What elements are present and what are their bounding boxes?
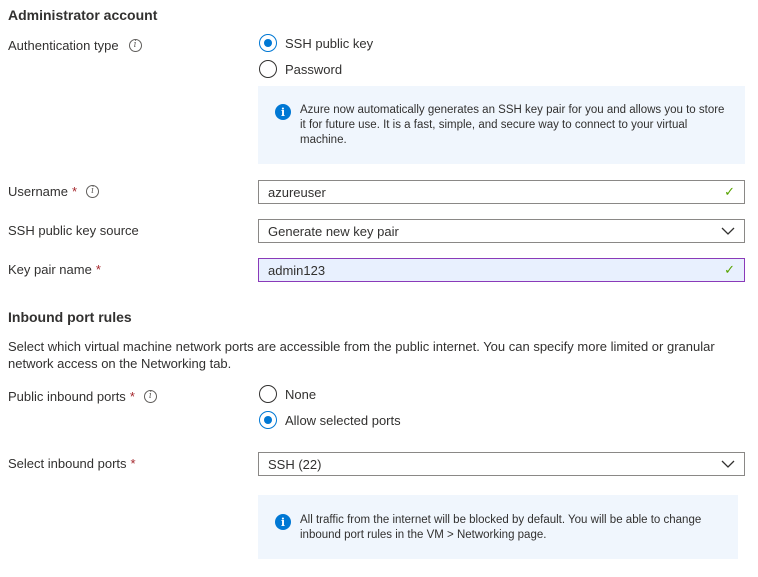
chevron-down-icon [721,227,735,235]
keypair-label-text: Key pair name [8,262,92,277]
info-filled-icon: i [275,514,291,530]
required-asterisk: * [71,184,78,199]
info-filled-icon: i [275,104,291,120]
select-ports-label-text: Select inbound ports [8,456,127,471]
ssh-source-label-text: SSH public key source [8,223,139,238]
ssh-source-label: SSH public key source [8,223,139,238]
radio-allow-selected-ports[interactable]: Allow selected ports [259,411,401,429]
radio-label: SSH public key [285,35,374,51]
ssh-source-value: Generate new key pair [268,223,399,239]
checkmark-icon: ✓ [724,184,735,199]
radio-button-checked[interactable] [259,411,277,429]
username-label: Username * i [8,184,100,199]
section-title-admin: Administrator account [8,7,158,23]
chevron-down-icon [721,460,735,468]
required-asterisk: * [130,456,136,471]
username-input[interactable]: azureuser ✓ [258,180,745,204]
select-ports-value: SSH (22) [268,456,322,472]
radio-password[interactable]: Password [259,60,342,78]
ssh-info-text: Azure now automatically generates an SSH… [300,104,725,146]
ssh-info-message: i Azure now automatically generates an S… [258,86,745,164]
inbound-description: Select which virtual machine network por… [8,339,715,371]
radio-button[interactable] [259,385,277,403]
radio-label: Password [285,61,343,77]
radio-label: Allow selected ports [285,412,401,428]
radio-ssh-public-key[interactable]: SSH public key [259,34,373,52]
auth-type-label-text: Authentication type [8,38,119,53]
auth-type-label: Authentication type i [8,38,142,53]
username-value: azureuser [268,184,326,200]
keypair-label: Key pair name * [8,262,101,277]
public-ports-label: Public inbound ports * i [8,389,157,404]
radio-button-checked[interactable] [259,34,277,52]
section-title-inbound: Inbound port rules [8,309,132,325]
info-circle-icon[interactable]: i [128,39,142,52]
info-circle-icon[interactable]: i [143,390,157,403]
radio-button[interactable] [259,60,277,78]
username-label-text: Username [8,184,68,199]
select-ports-dropdown[interactable]: SSH (22) [258,452,745,476]
checkmark-icon: ✓ [724,262,735,277]
ports-info-text: All traffic from the internet will be bl… [300,514,702,541]
ssh-source-dropdown[interactable]: Generate new key pair [258,219,745,243]
radio-label: None [285,386,317,402]
select-ports-label: Select inbound ports * [8,456,136,471]
keypair-input[interactable]: admin123 ✓ [258,258,745,282]
ports-info-message: i All traffic from the internet will be … [258,495,738,559]
radio-none[interactable]: None [259,385,316,403]
required-asterisk: * [95,262,101,277]
keypair-value: admin123 [268,262,326,278]
required-asterisk: * [129,389,135,404]
public-ports-label-text: Public inbound ports [8,389,126,404]
info-circle-icon[interactable]: i [86,185,100,198]
